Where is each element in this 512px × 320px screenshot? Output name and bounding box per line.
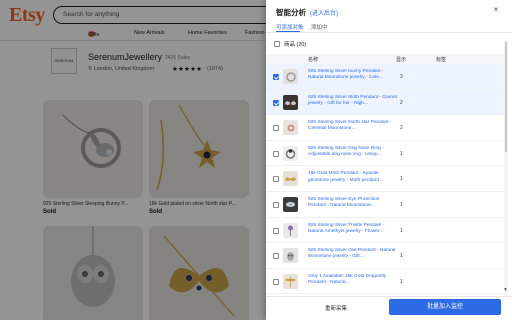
product-name[interactable]: 925 Sterling Silver Moth Pendant - Garne…: [308, 95, 398, 108]
row-checkbox[interactable]: [273, 150, 279, 157]
close-icon[interactable]: ×: [491, 5, 501, 15]
table-row[interactable]: 925 Sterling Silver bunny Pendant - Natu…: [266, 64, 504, 90]
product-count: 1: [400, 176, 403, 183]
product-thumbnail: [283, 222, 298, 238]
panel-title: 智能分析: [276, 8, 306, 17]
row-checkbox[interactable]: [273, 176, 279, 183]
bunny-thumb-image: [283, 69, 298, 84]
thistle-thumb-image: [283, 222, 298, 238]
table-header: 名称 显示 标签: [266, 54, 504, 64]
dog-ring-thumb-image: [283, 145, 298, 161]
product-name[interactable]: 925 Sterling Silver Dog Nose Ring - Adju…: [308, 146, 398, 159]
bulk-monitor-button[interactable]: 批量加入监控: [389, 299, 501, 315]
tab-divider: [266, 32, 512, 33]
product-thumbnail: [283, 273, 298, 289]
table-row[interactable]: 925 Sterling Silver Owl Pendant - Natura…: [266, 243, 504, 269]
column-display: 显示: [396, 57, 407, 63]
product-list: 925 Sterling Silver bunny Pendant - Natu…: [266, 64, 504, 294]
product-thumbnail: [283, 171, 298, 187]
product-name[interactable]: 925 Sterling Silver North star Pendant -…: [308, 120, 398, 133]
row-checkbox[interactable]: [273, 201, 279, 208]
product-count: 3: [400, 74, 403, 80]
row-checkbox[interactable]: [273, 99, 279, 106]
product-thumbnail: [283, 69, 298, 84]
product-count: 1: [400, 150, 403, 157]
product-thumbnail: [283, 145, 298, 161]
row-checkbox[interactable]: [273, 125, 279, 132]
product-name[interactable]: 925 Sterling Silver bunny Pendant - Natu…: [308, 69, 398, 82]
row-checkbox[interactable]: [273, 74, 279, 80]
row-checkbox[interactable]: [273, 227, 279, 234]
table-row[interactable]: 925 Sterling Silver Dog Nose Ring - Adju…: [266, 141, 504, 167]
product-count: 1: [400, 278, 403, 285]
eye-pendant-thumb-image: [283, 196, 298, 212]
product-thumbnail: [283, 120, 298, 136]
product-name[interactable]: 925 Sterling Silver Owl Pendant - Natura…: [308, 248, 398, 261]
gold-moth-thumb-image: [283, 171, 298, 187]
product-name[interactable]: 18k Gold Moth Pendant - Kyanite gemstone…: [308, 171, 398, 184]
table-row[interactable]: 925 Sterling Silver Eye Protection Penda…: [266, 192, 504, 218]
dragonfly-thumb-image: [283, 273, 298, 289]
enter-backend-link[interactable]: (进入后台): [310, 8, 338, 17]
north-star-thumb-image: [283, 120, 298, 136]
tab-adding[interactable]: 添加中: [311, 23, 328, 31]
product-count: 2: [400, 99, 403, 106]
recollect-button[interactable]: 重新采集: [306, 303, 366, 316]
product-thumbnail: [283, 248, 298, 264]
table-row[interactable]: Only 1 Available! 18k Gold Dragonfly Pen…: [266, 269, 504, 294]
select-all-label: 商品 (20): [284, 42, 307, 48]
table-row[interactable]: 925 Sterling Silver Thistle Pendant - Na…: [266, 218, 504, 244]
analysis-panel: 智能分析 (进入后台) × 可添加对象 添加中 商品 (20) 名称 显示 标签…: [266, 0, 512, 320]
footer-divider: [266, 296, 512, 297]
owl-thumb-image: [283, 248, 298, 264]
product-count: 1: [400, 201, 403, 208]
scroll-down-icon[interactable]: ▼: [503, 287, 508, 293]
product-count: 2: [400, 125, 403, 132]
table-row[interactable]: 925 Sterling Silver North star Pendant -…: [266, 115, 504, 141]
product-thumbnail: [283, 94, 298, 110]
table-row[interactable]: 925 Sterling Silver Moth Pendant - Garne…: [266, 89, 504, 116]
product-thumbnail: [283, 196, 298, 212]
column-tags: 标签: [436, 57, 447, 63]
page: Etsy Search for anything 🎁 Gifts New Arr…: [0, 0, 512, 320]
column-name: 名称: [308, 57, 319, 63]
product-count: 1: [400, 227, 403, 234]
table-row[interactable]: 18k Gold Moth Pendant - Kyanite gemstone…: [266, 166, 504, 192]
product-name[interactable]: 925 Sterling Silver Eye Protection Penda…: [308, 197, 398, 210]
row-checkbox[interactable]: [273, 278, 279, 285]
tab-addable[interactable]: 可添加对象: [276, 23, 304, 31]
product-count: 1: [400, 253, 403, 260]
row-checkbox[interactable]: [273, 253, 279, 260]
moth-thumb-image: [283, 94, 298, 110]
product-name[interactable]: 925 Sterling Silver Thistle Pendant - Na…: [308, 223, 398, 236]
select-all-checkbox[interactable]: [274, 41, 280, 47]
product-name[interactable]: Only 1 Available! 18k Gold Dragonfly Pen…: [308, 274, 398, 287]
scrollbar-thumb[interactable]: [505, 42, 507, 152]
select-all[interactable]: 商品 (20): [274, 40, 306, 48]
